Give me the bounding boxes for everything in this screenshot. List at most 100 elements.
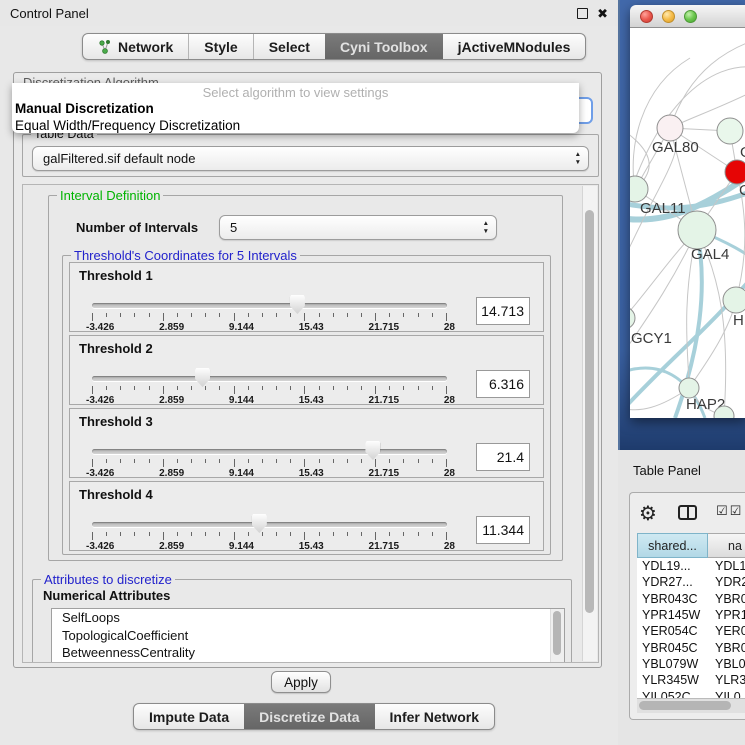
cell-name[interactable]: YLR3 (708, 673, 745, 687)
slider-scale-label: 9.144 (229, 468, 254, 479)
slider-thumb[interactable] (195, 368, 210, 387)
table-row[interactable]: YBR043CYBR0 (637, 591, 745, 607)
tab-select[interactable]: Select (253, 34, 325, 59)
cell-name[interactable]: YDL1 (708, 559, 745, 573)
network-node-gal11[interactable] (630, 176, 648, 202)
tab-style[interactable]: Style (188, 34, 252, 59)
table-data-selected-value: galFiltered.sif default node (43, 151, 195, 166)
close-traffic-light-icon[interactable] (640, 10, 653, 23)
column-header-shared-name[interactable]: shared... (637, 533, 708, 558)
slider-track[interactable] (92, 522, 447, 527)
network-window-titlebar[interactable] (630, 5, 745, 28)
node-table[interactable]: shared... na YDL19...YDL1YDR27...YDR2YBR… (637, 533, 745, 713)
slider-scale-labels: -3.4262.8599.14415.4321.71528 (86, 322, 455, 333)
table-panel-titlebar: Table Panel (618, 450, 745, 490)
network-canvas[interactable]: GAL80GACGAL11GAL4GCY1HHAP2 (630, 28, 745, 418)
select-columns-checkbox-icons[interactable]: ☑☑ (716, 503, 743, 519)
tab-infer-network[interactable]: Infer Network (375, 704, 494, 729)
table-row[interactable]: YBL079WYBL0 (637, 656, 745, 672)
table-header-row: shared... na (637, 533, 745, 558)
threshold-slider[interactable]: -3.4262.8599.14415.4321.71528 (92, 508, 447, 550)
cell-shared-name[interactable]: YBR045C (637, 641, 708, 655)
network-icon (98, 39, 112, 55)
scrollbar-thumb[interactable] (585, 210, 594, 613)
slider-scale-label: 2.859 (159, 468, 184, 479)
cell-shared-name[interactable]: YLR345W (637, 673, 708, 687)
table-row[interactable]: YPR145WYPR1 (637, 607, 745, 623)
network-node-h[interactable] (723, 287, 745, 313)
slider-scale-label: 28 (444, 395, 455, 406)
dropdown-option-equal-width-frequency[interactable]: Equal Width/Frequency Discretization (12, 117, 579, 134)
network-node-hap2[interactable] (679, 378, 699, 398)
slider-track[interactable] (92, 376, 447, 381)
scrollbar-thumb[interactable] (639, 701, 731, 710)
minimize-traffic-light-icon[interactable] (662, 10, 675, 23)
table-row[interactable]: YDR27...YDR2 (637, 574, 745, 590)
threshold-value-field[interactable]: 11.344 (476, 516, 530, 544)
slider-scale-labels: -3.4262.8599.14415.4321.71528 (86, 468, 455, 479)
threshold-value-field[interactable]: 14.713 (476, 297, 530, 325)
attribute-list-item[interactable]: SelfLoops (52, 609, 564, 627)
tab-discretize-data[interactable]: Discretize Data (244, 704, 374, 729)
table-row[interactable]: YER054CYER0 (637, 623, 745, 639)
control-panel-titlebar: Control Panel ✖ (0, 0, 618, 26)
table-row[interactable]: YLR345WYLR3 (637, 672, 745, 688)
gear-icon[interactable]: ⚙ (639, 501, 657, 526)
control-panel: Control Panel ✖ Network (0, 0, 618, 745)
slider-thumb[interactable] (290, 295, 305, 314)
threshold-value-field[interactable]: 6.316 (476, 370, 530, 398)
column-header-name[interactable]: na (708, 533, 745, 558)
threshold-slider[interactable]: -3.4262.8599.14415.4321.71528 (92, 435, 447, 477)
cell-shared-name[interactable]: YPR145W (637, 608, 708, 622)
tab-impute-data[interactable]: Impute Data (134, 704, 244, 729)
table-row[interactable]: YDL19...YDL1 (637, 558, 745, 574)
network-node-gcy1[interactable] (630, 307, 635, 329)
cell-name[interactable]: YBR0 (708, 592, 745, 606)
threshold-value-field[interactable]: 21.4 (476, 443, 530, 471)
threshold-slider[interactable]: -3.4262.8599.14415.4321.71528 (92, 362, 447, 404)
tab-cyni-toolbox[interactable]: Cyni Toolbox (325, 34, 443, 59)
network-node-c[interactable] (725, 160, 745, 184)
columns-icon[interactable] (678, 505, 697, 520)
slider-track[interactable] (92, 449, 447, 454)
table-horizontal-scrollbar[interactable] (637, 698, 745, 713)
table-toolbar: ⚙ ☑☑ (630, 499, 745, 531)
cell-shared-name[interactable]: YBR043C (637, 592, 708, 606)
number-of-intervals-combobox[interactable]: 5 ▲▼ (219, 215, 497, 240)
cell-shared-name[interactable]: YDL19... (637, 559, 708, 573)
numerical-attributes-list[interactable]: SelfLoopsTopologicalCoefficientBetweenne… (51, 608, 565, 663)
network-node-gal80[interactable] (657, 115, 683, 141)
table-row[interactable]: YBR045CYBR0 (637, 639, 745, 655)
zoom-traffic-light-icon[interactable] (684, 10, 697, 23)
scrollbar-thumb[interactable] (553, 611, 561, 655)
attributes-list-scrollbar[interactable] (550, 609, 564, 663)
network-node-gal4[interactable] (678, 211, 716, 249)
cell-name[interactable]: YDR2 (708, 575, 745, 589)
tab-network[interactable]: Network (83, 34, 188, 59)
cell-name[interactable]: YBL0 (708, 657, 745, 671)
attribute-list-item[interactable]: TopologicalCoefficient (52, 627, 564, 645)
apply-button[interactable]: Apply (271, 671, 331, 693)
thresholds-list: Threshold 1 -3.4262.8599.14415.4321.7152… (63, 262, 550, 554)
slider-scale-label: -3.426 (86, 322, 114, 333)
attribute-list-item[interactable]: BetweennessCentrality (52, 644, 564, 662)
interval-definition-title: Interval Definition (57, 188, 163, 203)
cell-name[interactable]: YER0 (708, 624, 745, 638)
tab-jactivemnodules[interactable]: jActiveMNodules (443, 34, 586, 59)
dropdown-option-manual-discretization[interactable]: Manual Discretization (12, 100, 579, 117)
network-node-ga[interactable] (717, 118, 743, 144)
slider-thumb[interactable] (365, 441, 380, 460)
number-of-intervals-value: 5 (230, 220, 237, 235)
cell-name[interactable]: YBR0 (708, 641, 745, 655)
cell-shared-name[interactable]: YER054C (637, 624, 708, 638)
cell-name[interactable]: YPR1 (708, 608, 745, 622)
cell-shared-name[interactable]: YDR27... (637, 575, 708, 589)
table-data-combobox[interactable]: galFiltered.sif default node ▲▼ (32, 146, 589, 171)
slider-thumb[interactable] (252, 514, 267, 533)
float-panel-icon[interactable] (577, 8, 588, 19)
slider-track[interactable] (92, 303, 447, 308)
close-panel-icon[interactable]: ✖ (597, 7, 608, 20)
settings-vertical-scrollbar[interactable] (582, 186, 597, 661)
cell-shared-name[interactable]: YBL079W (637, 657, 708, 671)
threshold-slider[interactable]: -3.4262.8599.14415.4321.71528 (92, 289, 447, 331)
